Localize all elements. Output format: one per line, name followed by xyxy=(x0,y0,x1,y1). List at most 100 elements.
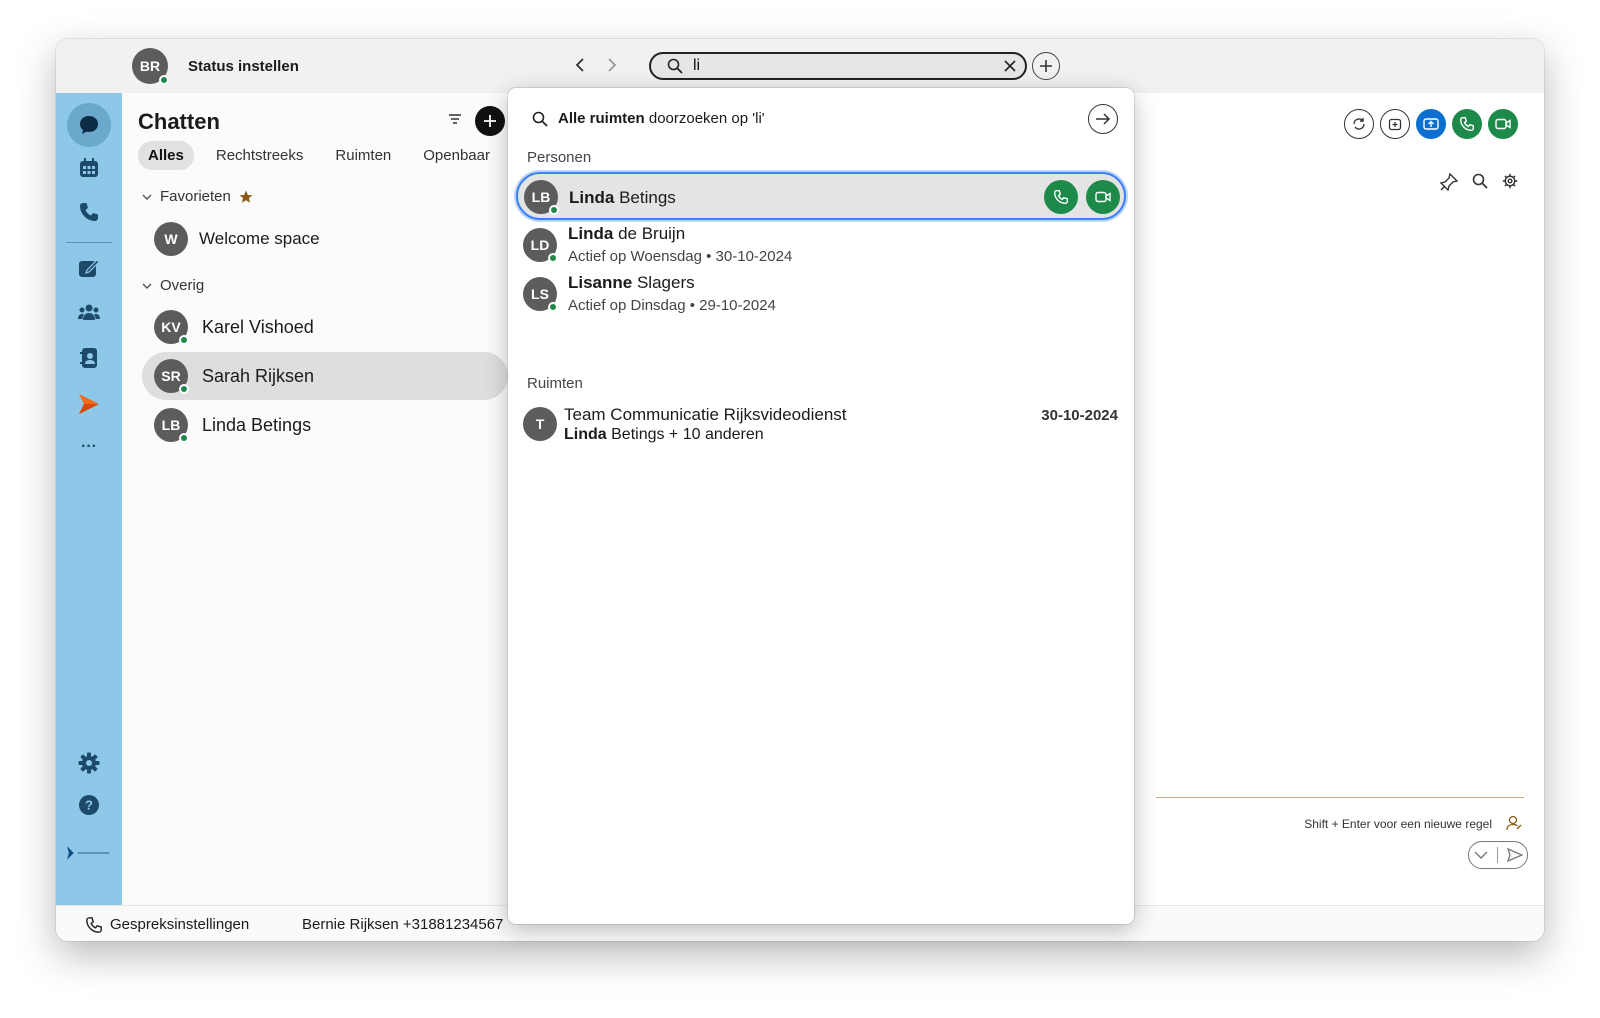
chat-name: Welcome space xyxy=(199,229,320,248)
name-match: Linda xyxy=(568,224,614,243)
room-name: Team Communicatie Rijksvideodienst xyxy=(564,405,847,424)
call-settings-button[interactable]: Gespreksinstellingen xyxy=(86,916,249,933)
presence-dot xyxy=(549,205,559,215)
settings-icon[interactable] xyxy=(1502,173,1518,191)
new-chat-button[interactable] xyxy=(475,106,505,136)
phone-settings-icon xyxy=(86,916,102,933)
person-name: Linda Betings xyxy=(569,188,676,208)
settings-icon[interactable] xyxy=(67,741,111,785)
chat-name: Sarah Rijksen xyxy=(202,366,315,386)
presence-dot xyxy=(159,75,169,85)
avatar: LB xyxy=(524,180,559,215)
name-match: Lisanne xyxy=(568,273,633,292)
tab-ruimten[interactable]: Ruimten xyxy=(325,141,401,170)
presence-dot xyxy=(179,384,189,394)
clear-icon[interactable] xyxy=(1001,57,1019,75)
member-match: Linda xyxy=(564,426,607,443)
back-icon[interactable] xyxy=(570,55,590,75)
rooms-section-label: Ruimten xyxy=(527,375,583,392)
tab-rechtstreeks[interactable]: Rechtstreeks xyxy=(206,141,314,170)
teams-icon[interactable] xyxy=(67,290,111,334)
conversation-actions xyxy=(1344,109,1518,139)
presence-dot xyxy=(179,433,189,443)
tab-alles[interactable]: Alles xyxy=(138,141,194,170)
avatar-initials: LB xyxy=(161,417,181,433)
more-icon[interactable]: ··· xyxy=(67,425,111,469)
chat-row-karel-vishoed[interactable]: KV Karel Vishoed xyxy=(142,303,508,351)
share-screen-icon[interactable] xyxy=(1416,109,1446,139)
presence-dot xyxy=(179,335,189,345)
search-input[interactable] xyxy=(693,57,983,75)
room-date: 30-10-2024 xyxy=(1041,407,1118,424)
chevron-down-icon[interactable] xyxy=(1474,851,1488,859)
avatar-initials: W xyxy=(164,231,178,247)
avatar: KV xyxy=(154,310,189,345)
name-rest: de Bruijn xyxy=(613,224,686,243)
tab-openbaar[interactable]: Openbaar xyxy=(413,141,500,170)
person-actions xyxy=(1044,180,1120,214)
conversation-tools xyxy=(1440,173,1518,191)
room-members: Linda Betings + 10 anderen xyxy=(564,426,764,444)
video-call-icon[interactable] xyxy=(1086,180,1120,214)
user-avatar[interactable]: BR xyxy=(132,48,169,85)
schedule-meeting-icon[interactable] xyxy=(1380,109,1410,139)
audio-call-icon[interactable] xyxy=(1452,109,1482,139)
name-rest: Betings xyxy=(614,188,676,207)
chat-row-sarah-rijksen[interactable]: SR Sarah Rijksen xyxy=(142,352,508,400)
plus-icon[interactable] xyxy=(1032,52,1060,80)
presence-dot xyxy=(548,302,558,312)
search-icon[interactable] xyxy=(1472,173,1488,191)
forward-icon[interactable] xyxy=(602,55,622,75)
search-all-rooms[interactable]: Alle ruimten doorzoeken op 'li' xyxy=(532,110,765,127)
avatar-initials: LD xyxy=(530,237,550,253)
person-result-linda-betings[interactable]: LB Linda Betings xyxy=(516,172,1126,220)
phone-icon[interactable] xyxy=(67,190,111,234)
help-icon[interactable]: ? xyxy=(67,783,111,827)
call-settings-label: Gespreksinstellingen xyxy=(110,916,250,933)
svg-text:?: ? xyxy=(85,798,93,813)
avatar: SR xyxy=(154,359,189,394)
set-status-button[interactable]: Status instellen xyxy=(188,58,299,75)
sync-icon[interactable] xyxy=(1344,109,1374,139)
send-button-group xyxy=(1468,841,1528,869)
search-results-dropdown: Alle ruimten doorzoeken op 'li' Personen… xyxy=(508,88,1134,924)
go-arrow-icon[interactable] xyxy=(1088,104,1118,134)
composer-divider xyxy=(1156,797,1524,798)
search-all-rest: doorzoeken op 'li' xyxy=(644,110,765,127)
chat-row-linda-betings[interactable]: LB Linda Betings xyxy=(142,401,508,449)
search-icon xyxy=(667,58,683,74)
chevron-down-icon xyxy=(142,194,152,200)
user-initials: BR xyxy=(139,58,161,74)
person-name: Lisanne Slagers xyxy=(568,273,695,293)
favorites-section-toggle[interactable]: Favorieten xyxy=(142,188,253,205)
compose-icon[interactable] xyxy=(67,246,111,290)
chat-icon[interactable] xyxy=(67,103,111,147)
chevron-down-icon xyxy=(142,283,152,289)
search-icon xyxy=(532,111,548,127)
contacts-icon[interactable] xyxy=(67,336,111,380)
send-app-icon[interactable] xyxy=(67,382,111,426)
search-field[interactable] xyxy=(649,52,1027,80)
chat-row-welcome-space[interactable]: W Welcome space xyxy=(142,215,508,263)
avatar: T xyxy=(523,407,557,441)
calendar-icon[interactable] xyxy=(67,146,111,190)
filter-icon[interactable] xyxy=(448,113,462,125)
other-section-toggle[interactable]: Overig xyxy=(142,277,204,294)
video-call-icon[interactable] xyxy=(1488,109,1518,139)
panel-title: Chatten xyxy=(138,109,220,134)
mention-icon[interactable] xyxy=(1506,815,1522,831)
people-section-label: Personen xyxy=(527,149,592,166)
avatar-initials: T xyxy=(535,416,545,432)
person-result-lisanne-slagers[interactable]: LS Lisanne Slagers Actief op Dinsdag • 2… xyxy=(516,271,1126,319)
pin-icon[interactable] xyxy=(1440,173,1458,191)
send-icon[interactable] xyxy=(1506,848,1523,862)
person-result-linda-de-bruijn[interactable]: LD Linda de Bruijn Actief op Woensdag • … xyxy=(516,222,1126,270)
name-rest: Slagers xyxy=(632,273,695,292)
star-icon xyxy=(239,190,253,203)
audio-call-icon[interactable] xyxy=(1044,180,1078,214)
room-result-team-communicatie[interactable]: T Team Communicatie Rijksvideodienst Lin… xyxy=(516,402,1126,452)
avatar: LB xyxy=(154,408,189,443)
name-match: Linda xyxy=(569,188,615,207)
chat-name: Linda Betings xyxy=(202,415,312,435)
send-separator xyxy=(1496,847,1498,863)
